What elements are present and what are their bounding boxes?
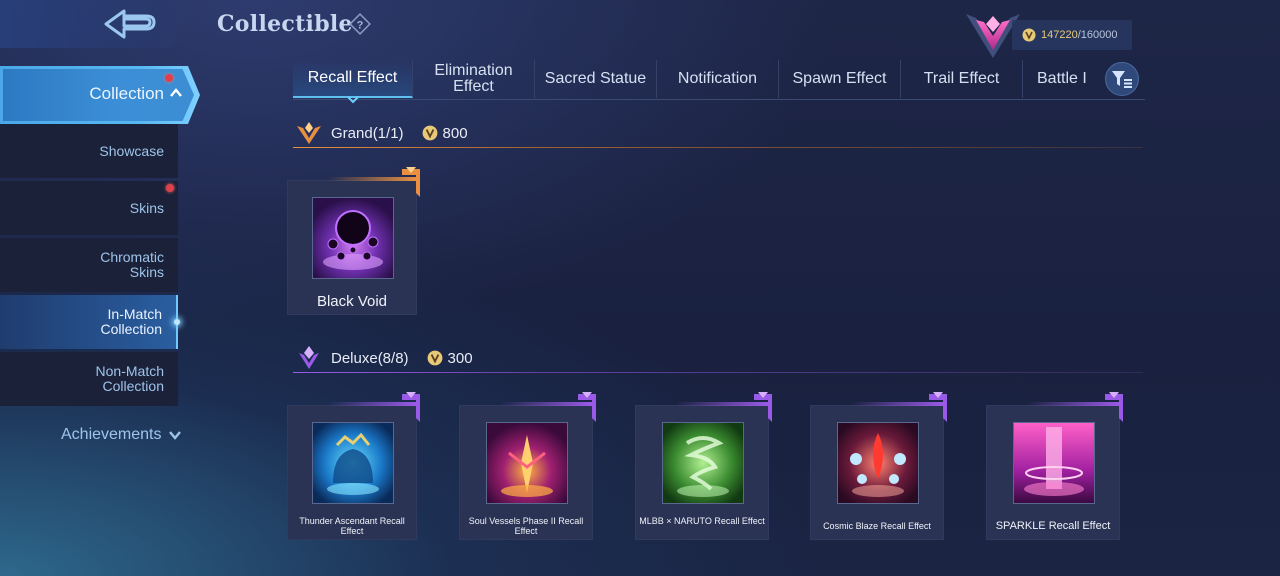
sidebar-item-non-match-collection[interactable]: Non-Match Collection (0, 352, 178, 406)
item-name: Soul Vessels Phase II Recall Effect (468, 516, 584, 536)
item-name: MLBB × NARUTO Recall Effect (639, 516, 765, 526)
filter-button[interactable] (1105, 62, 1139, 96)
item-card-sparkle[interactable]: SPARKLE Recall Effect (986, 392, 1123, 540)
section-label: Grand(1/1) (331, 124, 404, 142)
deluxe-corner-icon (754, 392, 772, 422)
deluxe-corner-icon (1105, 392, 1123, 422)
currency-current: 147220 (1041, 29, 1078, 41)
grand-corner-icon (402, 167, 420, 197)
item-name: Cosmic Blaze Recall Effect (823, 521, 931, 531)
tab-spawn-effect[interactable]: Spawn Effect (779, 60, 901, 98)
tab-label: Spawn Effect (792, 70, 887, 87)
section-price: 300 (427, 350, 473, 367)
item-thumbnail (662, 422, 744, 504)
sidebar-item-label: Collection (100, 321, 162, 337)
sidebar-item-achievements[interactable]: Achievements (61, 426, 182, 444)
item-card-mlbb-naruto[interactable]: MLBB × NARUTO Recall Effect (635, 392, 772, 540)
tab-label: Elimination (434, 62, 513, 79)
notification-dot (165, 74, 173, 82)
currency-display: 147220/160000 (1012, 20, 1132, 50)
tab-label: Recall Effect (307, 69, 398, 86)
grand-tier-icon (297, 122, 321, 144)
tab-label: Battle I (1037, 70, 1087, 87)
svg-text:?: ? (357, 20, 364, 32)
item-card-black-void[interactable]: Black Void (287, 167, 420, 315)
tab-trail-effect[interactable]: Trail Effect (901, 60, 1023, 98)
item-name: SPARKLE Recall Effect (995, 520, 1111, 532)
sidebar-item-showcase[interactable]: Showcase (0, 124, 178, 178)
currency-max: /160000 (1077, 29, 1118, 41)
price-value: 800 (442, 124, 468, 142)
deluxe-corner-icon (402, 392, 420, 422)
coin-icon (427, 350, 442, 366)
help-icon[interactable]: ? (348, 12, 372, 36)
filter-icon (1112, 71, 1132, 88)
item-card-thunder-ascendant[interactable]: Thunder Ascendant Recall Effect (287, 392, 420, 540)
item-thumbnail (312, 197, 394, 279)
chevron-down-icon (168, 431, 181, 440)
item-thumbnail (312, 422, 394, 504)
item-card-soul-vessels[interactable]: Soul Vessels Phase II Recall Effect (459, 392, 596, 540)
sidebar-item-label: Showcase (99, 142, 164, 159)
chevron-up-icon (170, 88, 182, 97)
section-header-deluxe: Deluxe(8/8) 300 (293, 343, 1143, 373)
section-price: 800 (422, 125, 468, 142)
tab-label: Notification (677, 70, 758, 87)
deluxe-tier-icon (299, 346, 319, 369)
sidebar-item-label: Non-Match (95, 363, 164, 379)
tab-notification[interactable]: Notification (657, 60, 779, 98)
back-arrow-icon (104, 9, 156, 39)
section-divider (293, 147, 1143, 148)
sidebar-item-label: Skins (129, 264, 164, 280)
item-thumbnail (837, 422, 919, 504)
tab-recall-effect[interactable]: Recall Effect (293, 60, 413, 104)
back-button[interactable] (96, 6, 166, 44)
sidebar-item-skins[interactable]: Skins (0, 181, 178, 235)
item-name: Thunder Ascendant Recall Effect (299, 516, 405, 536)
sidebar-item-label: Skins (129, 199, 164, 216)
tab-sacred-statue[interactable]: Sacred Statue (535, 60, 657, 98)
sidebar-item-label: Collection (102, 378, 164, 394)
tab-bar: Recall Effect Elimination Effect Sacred S… (293, 60, 1145, 104)
item-thumbnail (1013, 422, 1095, 504)
deluxe-corner-icon (578, 392, 596, 422)
notification-dot (166, 184, 174, 192)
item-card-cosmic-blaze[interactable]: Cosmic Blaze Recall Effect (810, 392, 947, 540)
sidebar-item-chromatic-skins[interactable]: Chromatic Skins (0, 238, 178, 292)
sidebar-collection-label: Collection (89, 84, 164, 103)
section-header-grand: Grand(1/1) 800 (293, 118, 1143, 148)
item-name: Black Void (316, 293, 388, 310)
sidebar-item-label: Achievements (61, 426, 162, 443)
section-divider (293, 372, 1143, 373)
active-indicator (174, 319, 180, 325)
sidebar-item-label: Chromatic (100, 249, 164, 265)
tab-label: Effect (453, 78, 494, 95)
sidebar-item-collection[interactable]: Collection (0, 66, 200, 124)
sidebar-item-label: In-Match (107, 306, 162, 322)
coin-icon (422, 125, 437, 141)
sidebar-item-in-match-collection[interactable]: In-Match Collection (0, 295, 180, 349)
tab-label: Sacred Statue (544, 70, 647, 87)
page-title: Collectible (217, 11, 353, 37)
tab-label: Trail Effect (923, 70, 1000, 87)
price-value: 300 (447, 349, 473, 367)
caret-down-icon (346, 96, 359, 104)
item-thumbnail (486, 422, 568, 504)
tab-elimination-effect[interactable]: Elimination Effect (413, 60, 535, 98)
section-label: Deluxe(8/8) (331, 349, 409, 367)
coin-icon (1022, 28, 1036, 42)
deluxe-corner-icon (929, 392, 947, 422)
